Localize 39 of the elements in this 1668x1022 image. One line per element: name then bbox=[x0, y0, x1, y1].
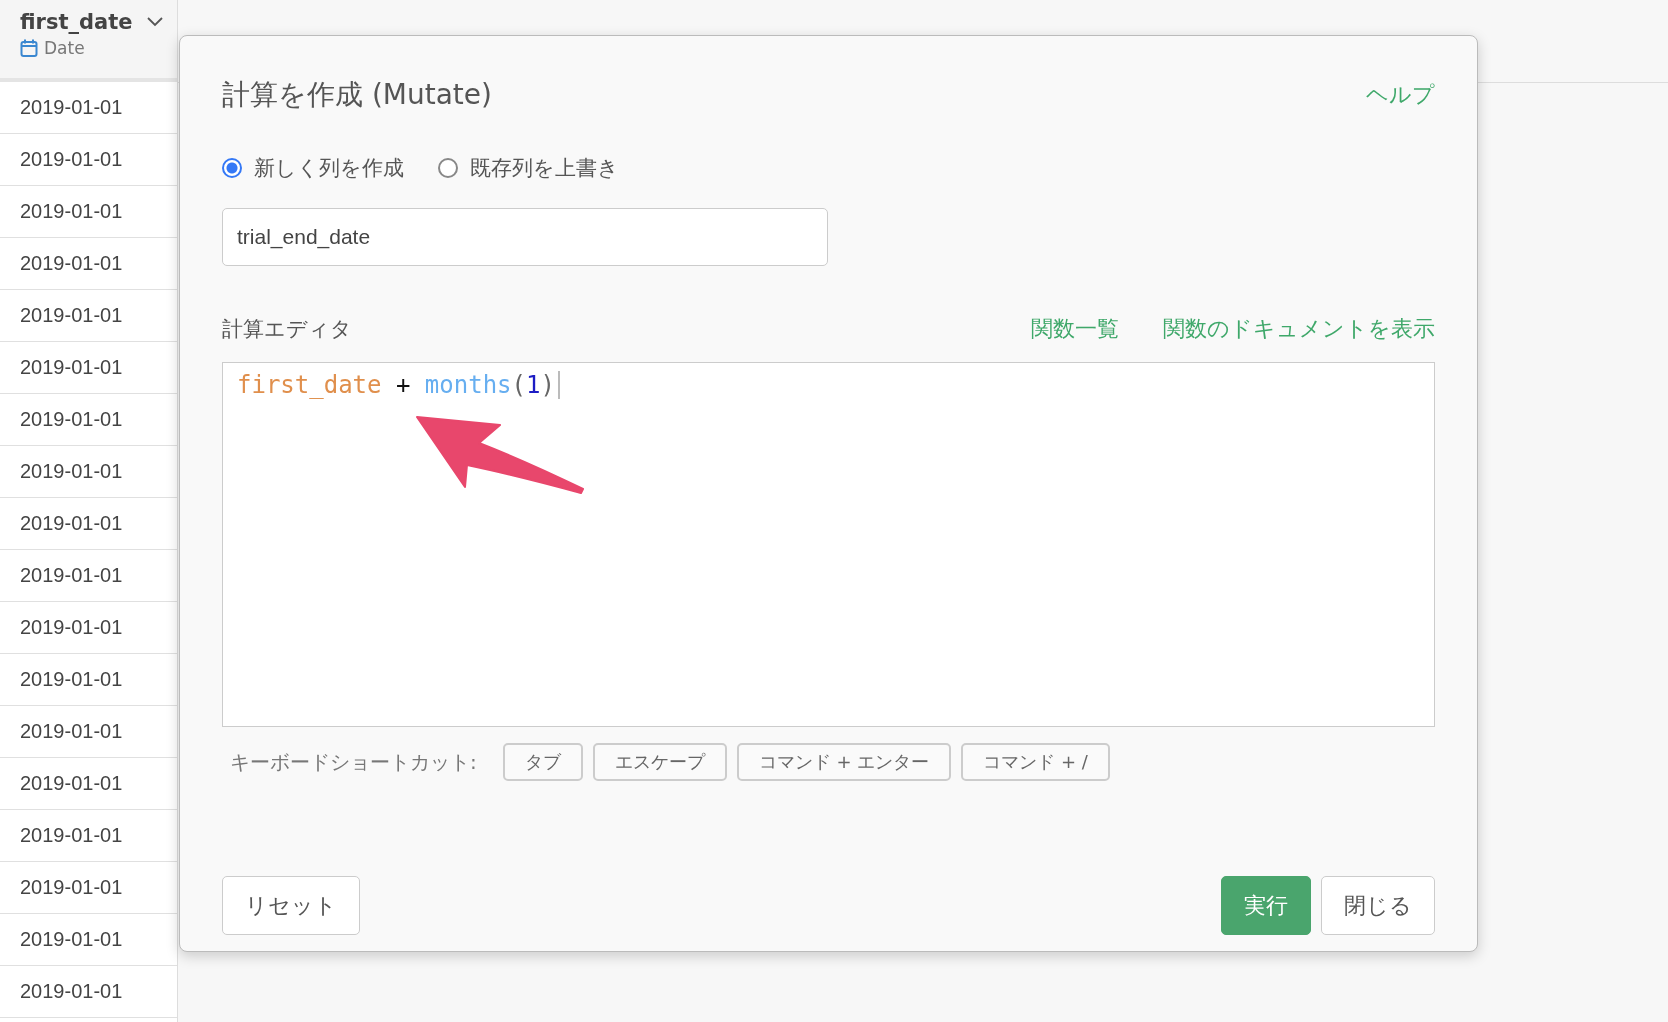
table-cell: 2019-01-01 bbox=[0, 706, 177, 758]
table-cell: 2019-01-01 bbox=[0, 238, 177, 290]
table-cell: 2019-01-01 bbox=[0, 602, 177, 654]
code-line: first_date + months(1) bbox=[237, 371, 560, 399]
radio-option[interactable]: 新しく列を作成 bbox=[222, 154, 404, 182]
column-name-field[interactable]: trial_end_date bbox=[222, 208, 828, 266]
shortcuts-label: キーボードショートカット: bbox=[230, 748, 477, 776]
reset-button[interactable]: リセット bbox=[222, 876, 360, 935]
calendar-icon bbox=[20, 38, 38, 58]
chevron-down-icon[interactable] bbox=[146, 16, 165, 28]
table-cell: 2019-01-01 bbox=[0, 82, 177, 134]
table-cell: 2019-01-01 bbox=[0, 810, 177, 862]
table-cell: 2019-01-01 bbox=[0, 290, 177, 342]
column-name: first_date bbox=[20, 10, 133, 34]
radio-button[interactable] bbox=[222, 158, 242, 178]
table-cell: 2019-01-01 bbox=[0, 550, 177, 602]
column-header[interactable]: first_date Date bbox=[0, 0, 177, 82]
table-cell: 2019-01-01 bbox=[0, 758, 177, 810]
table-cell: 2019-01-01 bbox=[0, 914, 177, 966]
table-cell: 2019-01-01 bbox=[0, 966, 177, 1018]
radio-button[interactable] bbox=[438, 158, 458, 178]
radio-option[interactable]: 既存列を上書き bbox=[438, 154, 619, 182]
table-cell: 2019-01-01 bbox=[0, 654, 177, 706]
shortcut-key: コマンド + / bbox=[961, 743, 1110, 781]
dialog-title: 計算を作成 (Mutate) bbox=[222, 77, 492, 113]
column-type: Date bbox=[44, 38, 85, 58]
shortcut-key: コマンド + エンター bbox=[736, 743, 952, 781]
table-cell: 2019-01-01 bbox=[0, 186, 177, 238]
close-button[interactable]: 閉じる bbox=[1321, 876, 1435, 935]
shortcut-key: タブ bbox=[502, 743, 583, 781]
table-cell: 2019-01-01 bbox=[0, 498, 177, 550]
table-cell: 2019-01-01 bbox=[0, 394, 177, 446]
table-cell: 2019-01-01 bbox=[0, 862, 177, 914]
table-cell: 2019-01-01 bbox=[0, 446, 177, 498]
shortcut-key: エスケープ bbox=[592, 743, 727, 781]
table-cell: 2019-01-01 bbox=[0, 342, 177, 394]
code-editor[interactable]: first_date + months(1) bbox=[222, 362, 1435, 727]
editor-label: 計算エディタ bbox=[222, 316, 352, 343]
table-cell: 2019-01-01 bbox=[0, 134, 177, 186]
